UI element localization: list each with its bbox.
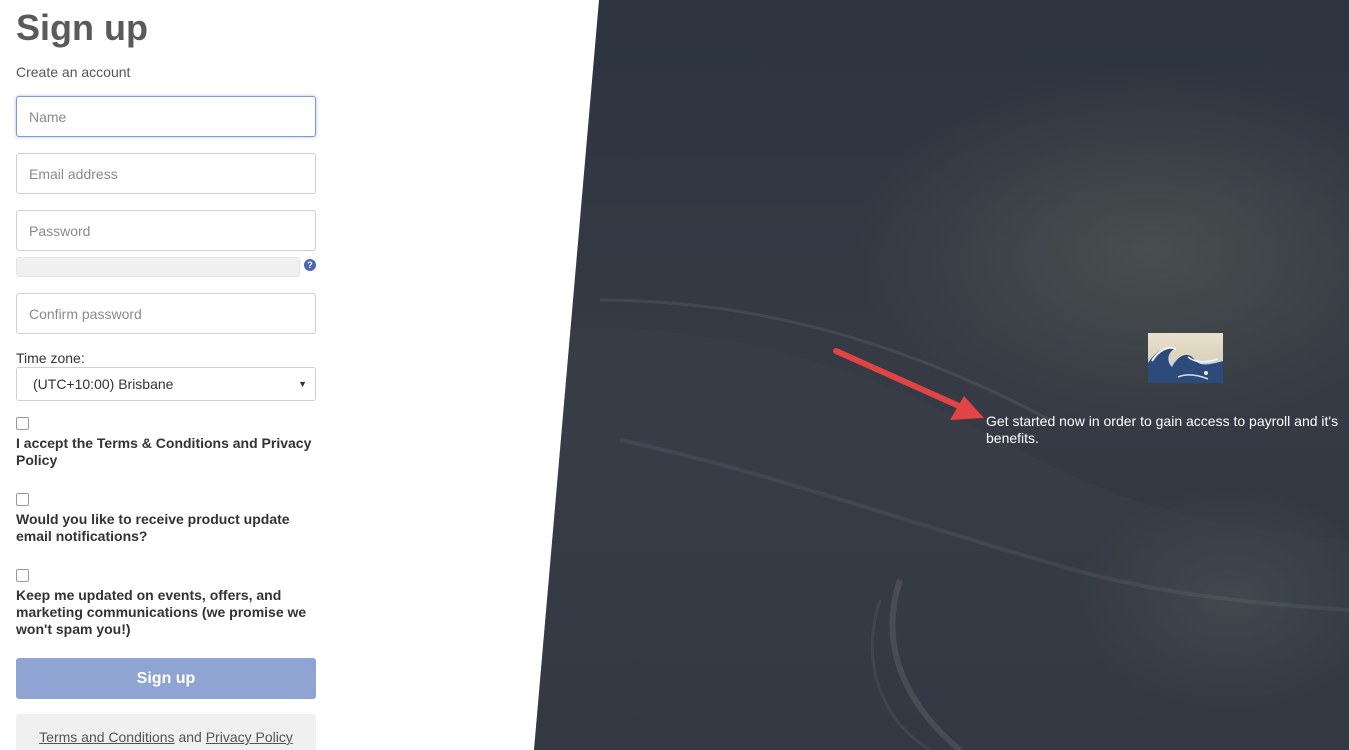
- page-title: Sign up: [16, 7, 148, 48]
- password-strength-bar: [16, 257, 300, 277]
- timezone-select[interactable]: (UTC+10:00) Brisbane ▼: [16, 367, 316, 401]
- updates-checkbox[interactable]: [16, 493, 29, 506]
- red-arrow-icon: [833, 348, 984, 420]
- marketing-checkbox-group: Keep me updated on events, offers, and m…: [16, 569, 316, 638]
- password-input[interactable]: [16, 210, 316, 251]
- marketing-checkbox[interactable]: [16, 569, 29, 582]
- footer-links: Terms and Conditions and Privacy Policy: [16, 714, 316, 750]
- terms-checkbox-group: I accept the Terms & Conditions and Priv…: [16, 417, 316, 469]
- timezone-label: Time zone:: [16, 350, 85, 366]
- privacy-link[interactable]: Privacy Policy: [206, 729, 293, 745]
- terms-checkbox-label: I accept the Terms & Conditions and Priv…: [16, 435, 312, 468]
- terms-checkbox[interactable]: [16, 417, 29, 430]
- terms-link[interactable]: Terms and Conditions: [39, 729, 174, 745]
- great-wave-image: [1148, 333, 1223, 383]
- name-input[interactable]: [16, 96, 316, 137]
- chevron-down-icon: ▼: [298, 379, 307, 389]
- signup-form: Sign up Create an account ? Time zone: (…: [16, 0, 316, 750]
- marketing-checkbox-label: Keep me updated on events, offers, and m…: [16, 587, 307, 637]
- help-icon[interactable]: ?: [304, 259, 316, 271]
- confirm-password-input[interactable]: [16, 293, 316, 334]
- hero-tagline: Get started now in order to gain access …: [986, 413, 1339, 446]
- email-input[interactable]: [16, 153, 316, 194]
- signup-button[interactable]: Sign up: [16, 658, 316, 699]
- page-subtitle: Create an account: [16, 64, 131, 80]
- updates-checkbox-label: Would you like to receive product update…: [16, 511, 290, 544]
- timezone-value: (UTC+10:00) Brisbane: [33, 376, 174, 392]
- password-strength-row: ?: [16, 257, 316, 277]
- footer-and-text: and: [178, 729, 202, 745]
- updates-checkbox-group: Would you like to receive product update…: [16, 493, 316, 545]
